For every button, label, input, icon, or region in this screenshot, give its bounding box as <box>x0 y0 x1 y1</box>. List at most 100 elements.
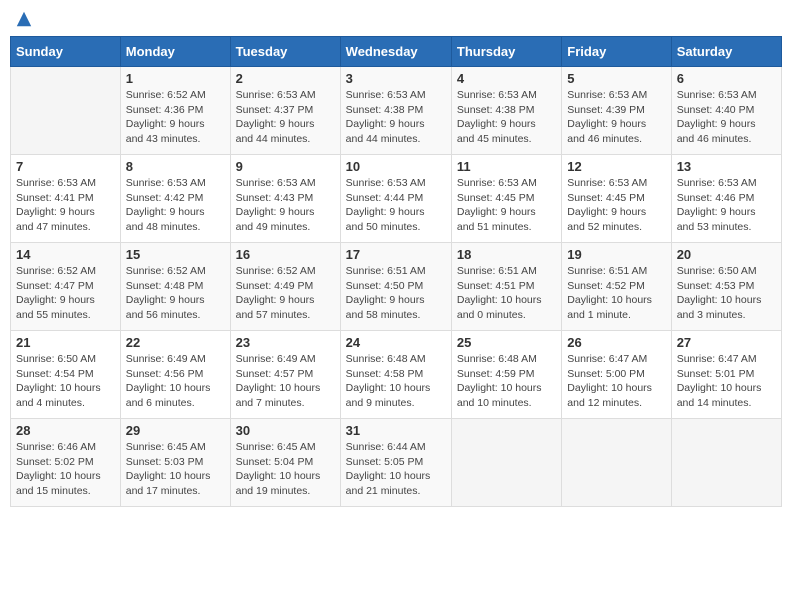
calendar-cell <box>671 419 781 507</box>
day-number: 4 <box>457 71 556 86</box>
day-info: Sunrise: 6:52 AM Sunset: 4:47 PM Dayligh… <box>16 264 115 323</box>
day-number: 27 <box>677 335 776 350</box>
day-info: Sunrise: 6:53 AM Sunset: 4:38 PM Dayligh… <box>457 88 556 147</box>
day-number: 18 <box>457 247 556 262</box>
calendar-cell: 30 Sunrise: 6:45 AM Sunset: 5:04 PM Dayli… <box>230 419 340 507</box>
calendar-header-row: SundayMondayTuesdayWednesdayThursdayFrid… <box>11 37 782 67</box>
calendar-cell: 29 Sunrise: 6:45 AM Sunset: 5:03 PM Dayli… <box>120 419 230 507</box>
calendar-cell <box>451 419 561 507</box>
calendar-cell: 21Sunrise: 6:50 AM Sunset: 4:54 PM Dayli… <box>11 331 121 419</box>
calendar-cell: 1 Sunrise: 6:52 AM Sunset: 4:36 PM Daylig… <box>120 67 230 155</box>
calendar-cell: 27 Sunrise: 6:47 AM Sunset: 5:01 PM Dayli… <box>671 331 781 419</box>
calendar-cell: 20 Sunrise: 6:50 AM Sunset: 4:53 PM Dayli… <box>671 243 781 331</box>
calendar-cell: 24 Sunrise: 6:48 AM Sunset: 4:58 PM Dayli… <box>340 331 451 419</box>
calendar-cell: 4 Sunrise: 6:53 AM Sunset: 4:38 PM Daylig… <box>451 67 561 155</box>
calendar-cell: 6 Sunrise: 6:53 AM Sunset: 4:40 PM Daylig… <box>671 67 781 155</box>
calendar-cell: 2 Sunrise: 6:53 AM Sunset: 4:37 PM Daylig… <box>230 67 340 155</box>
day-info: Sunrise: 6:52 AM Sunset: 4:36 PM Dayligh… <box>126 88 225 147</box>
day-info: Sunrise: 6:53 AM Sunset: 4:41 PM Dayligh… <box>16 176 115 235</box>
day-number: 13 <box>677 159 776 174</box>
day-info: Sunrise: 6:47 AM Sunset: 5:01 PM Dayligh… <box>677 352 776 411</box>
calendar-cell: 22 Sunrise: 6:49 AM Sunset: 4:56 PM Dayli… <box>120 331 230 419</box>
day-number: 28 <box>16 423 115 438</box>
day-number: 21 <box>16 335 115 350</box>
calendar-cell: 15 Sunrise: 6:52 AM Sunset: 4:48 PM Dayli… <box>120 243 230 331</box>
day-number: 30 <box>236 423 335 438</box>
day-number: 26 <box>567 335 665 350</box>
day-number: 23 <box>236 335 335 350</box>
day-number: 29 <box>126 423 225 438</box>
day-info: Sunrise: 6:44 AM Sunset: 5:05 PM Dayligh… <box>346 440 446 499</box>
calendar-table: SundayMondayTuesdayWednesdayThursdayFrid… <box>10 36 782 507</box>
calendar-cell: 3 Sunrise: 6:53 AM Sunset: 4:38 PM Daylig… <box>340 67 451 155</box>
day-info: Sunrise: 6:51 AM Sunset: 4:51 PM Dayligh… <box>457 264 556 323</box>
calendar-cell: 5 Sunrise: 6:53 AM Sunset: 4:39 PM Daylig… <box>562 67 671 155</box>
day-number: 10 <box>346 159 446 174</box>
calendar-cell: 17 Sunrise: 6:51 AM Sunset: 4:50 PM Dayli… <box>340 243 451 331</box>
day-number: 11 <box>457 159 556 174</box>
calendar-cell: 23 Sunrise: 6:49 AM Sunset: 4:57 PM Dayli… <box>230 331 340 419</box>
calendar-cell: 13Sunrise: 6:53 AM Sunset: 4:46 PM Dayli… <box>671 155 781 243</box>
calendar-cell <box>562 419 671 507</box>
day-info: Sunrise: 6:49 AM Sunset: 4:57 PM Dayligh… <box>236 352 335 411</box>
day-info: Sunrise: 6:53 AM Sunset: 4:42 PM Dayligh… <box>126 176 225 235</box>
calendar-cell: 12Sunrise: 6:53 AM Sunset: 4:45 PM Dayli… <box>562 155 671 243</box>
calendar-cell: 14 Sunrise: 6:52 AM Sunset: 4:47 PM Dayli… <box>11 243 121 331</box>
calendar-cell: 18 Sunrise: 6:51 AM Sunset: 4:51 PM Dayli… <box>451 243 561 331</box>
day-number: 2 <box>236 71 335 86</box>
calendar-week-row: 7 Sunrise: 6:53 AM Sunset: 4:41 PM Daylig… <box>11 155 782 243</box>
calendar-week-row: 21Sunrise: 6:50 AM Sunset: 4:54 PM Dayli… <box>11 331 782 419</box>
calendar-cell: 16Sunrise: 6:52 AM Sunset: 4:49 PM Dayli… <box>230 243 340 331</box>
day-number: 12 <box>567 159 665 174</box>
calendar-cell: 11 Sunrise: 6:53 AM Sunset: 4:45 PM Dayli… <box>451 155 561 243</box>
day-info: Sunrise: 6:46 AM Sunset: 5:02 PM Dayligh… <box>16 440 115 499</box>
day-number: 31 <box>346 423 446 438</box>
day-info: Sunrise: 6:53 AM Sunset: 4:45 PM Dayligh… <box>457 176 556 235</box>
calendar-week-row: 14 Sunrise: 6:52 AM Sunset: 4:47 PM Dayli… <box>11 243 782 331</box>
day-info: Sunrise: 6:45 AM Sunset: 5:03 PM Dayligh… <box>126 440 225 499</box>
day-number: 6 <box>677 71 776 86</box>
day-info: Sunrise: 6:49 AM Sunset: 4:56 PM Dayligh… <box>126 352 225 411</box>
day-info: Sunrise: 6:50 AM Sunset: 4:53 PM Dayligh… <box>677 264 776 323</box>
calendar-cell: 10Sunrise: 6:53 AM Sunset: 4:44 PM Dayli… <box>340 155 451 243</box>
page-header <box>10 10 782 28</box>
day-info: Sunrise: 6:52 AM Sunset: 4:48 PM Dayligh… <box>126 264 225 323</box>
day-header-wednesday: Wednesday <box>340 37 451 67</box>
day-number: 17 <box>346 247 446 262</box>
logo <box>14 10 33 28</box>
day-number: 22 <box>126 335 225 350</box>
day-number: 25 <box>457 335 556 350</box>
day-info: Sunrise: 6:53 AM Sunset: 4:37 PM Dayligh… <box>236 88 335 147</box>
calendar-cell: 26Sunrise: 6:47 AM Sunset: 5:00 PM Dayli… <box>562 331 671 419</box>
day-number: 5 <box>567 71 665 86</box>
day-number: 19 <box>567 247 665 262</box>
day-header-friday: Friday <box>562 37 671 67</box>
day-header-sunday: Sunday <box>11 37 121 67</box>
day-number: 16 <box>236 247 335 262</box>
day-number: 1 <box>126 71 225 86</box>
day-header-thursday: Thursday <box>451 37 561 67</box>
day-number: 15 <box>126 247 225 262</box>
day-number: 14 <box>16 247 115 262</box>
day-number: 7 <box>16 159 115 174</box>
day-info: Sunrise: 6:45 AM Sunset: 5:04 PM Dayligh… <box>236 440 335 499</box>
day-info: Sunrise: 6:53 AM Sunset: 4:40 PM Dayligh… <box>677 88 776 147</box>
calendar-week-row: 28 Sunrise: 6:46 AM Sunset: 5:02 PM Dayli… <box>11 419 782 507</box>
calendar-cell <box>11 67 121 155</box>
day-header-tuesday: Tuesday <box>230 37 340 67</box>
day-info: Sunrise: 6:48 AM Sunset: 4:58 PM Dayligh… <box>346 352 446 411</box>
day-info: Sunrise: 6:53 AM Sunset: 4:38 PM Dayligh… <box>346 88 446 147</box>
day-number: 24 <box>346 335 446 350</box>
day-number: 20 <box>677 247 776 262</box>
calendar-cell: 9Sunrise: 6:53 AM Sunset: 4:43 PM Daylig… <box>230 155 340 243</box>
day-header-saturday: Saturday <box>671 37 781 67</box>
calendar-cell: 25Sunrise: 6:48 AM Sunset: 4:59 PM Dayli… <box>451 331 561 419</box>
day-info: Sunrise: 6:51 AM Sunset: 4:50 PM Dayligh… <box>346 264 446 323</box>
day-info: Sunrise: 6:53 AM Sunset: 4:39 PM Dayligh… <box>567 88 665 147</box>
calendar-body: 1 Sunrise: 6:52 AM Sunset: 4:36 PM Daylig… <box>11 67 782 507</box>
calendar-cell: 31 Sunrise: 6:44 AM Sunset: 5:05 PM Dayli… <box>340 419 451 507</box>
calendar-cell: 7 Sunrise: 6:53 AM Sunset: 4:41 PM Daylig… <box>11 155 121 243</box>
day-number: 3 <box>346 71 446 86</box>
calendar-cell: 28 Sunrise: 6:46 AM Sunset: 5:02 PM Dayli… <box>11 419 121 507</box>
calendar-cell: 8Sunrise: 6:53 AM Sunset: 4:42 PM Daylig… <box>120 155 230 243</box>
